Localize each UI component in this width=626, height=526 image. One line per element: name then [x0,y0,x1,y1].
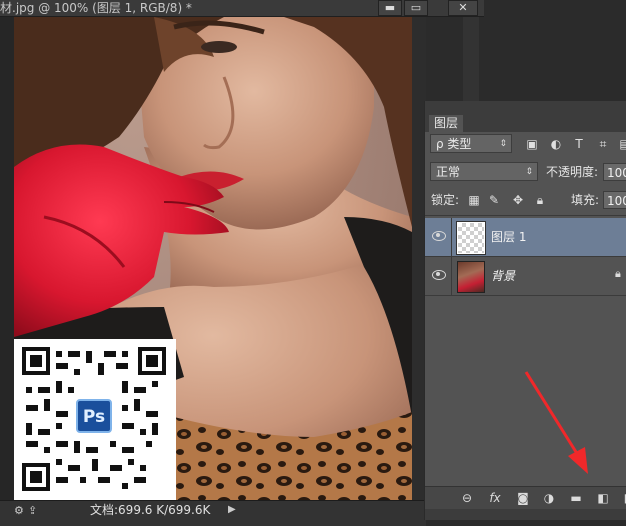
annotation-arrow-head [568,447,588,474]
annotation-arrow-layer [524,371,588,474]
annotation-arrow-line [524,371,583,461]
